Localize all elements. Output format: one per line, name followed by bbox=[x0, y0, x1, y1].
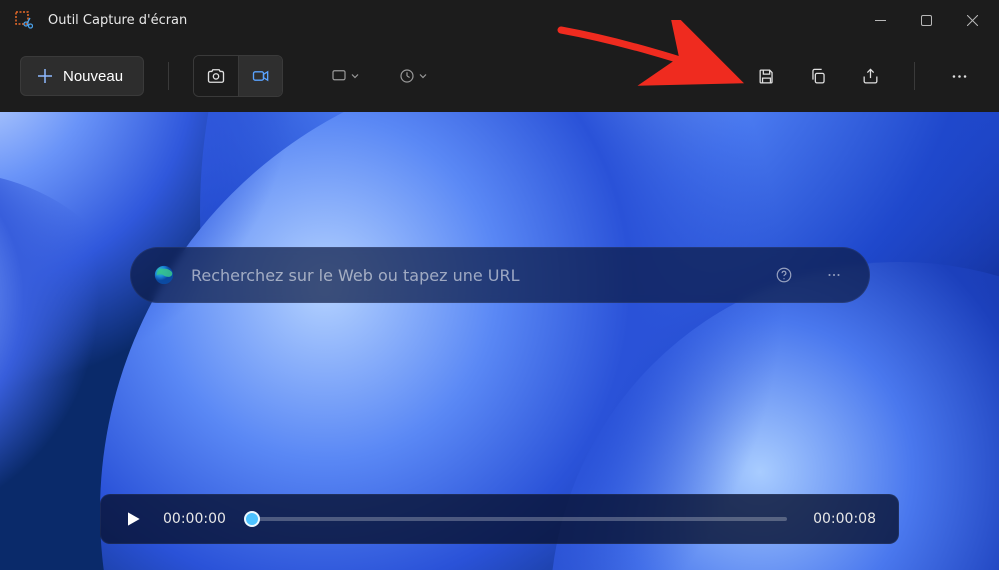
save-button[interactable] bbox=[746, 56, 786, 96]
edge-more-button bbox=[817, 258, 851, 292]
play-icon bbox=[123, 509, 143, 529]
ellipsis-icon bbox=[825, 266, 843, 284]
delay-dropdown[interactable] bbox=[385, 56, 441, 96]
capture-shape-dropdown[interactable] bbox=[317, 56, 373, 96]
capture-preview: Recherchez sur le Web ou tapez une URL 0… bbox=[0, 112, 999, 570]
share-icon bbox=[861, 67, 880, 86]
seek-thumb[interactable] bbox=[244, 511, 260, 527]
chevron-down-icon bbox=[418, 71, 428, 81]
more-icon bbox=[950, 67, 969, 86]
titlebar: Outil Capture d'écran bbox=[0, 0, 999, 40]
save-icon bbox=[757, 67, 776, 86]
maximize-button[interactable] bbox=[903, 0, 949, 40]
new-capture-button[interactable]: Nouveau bbox=[20, 56, 144, 96]
chevron-down-icon bbox=[350, 71, 360, 81]
help-circle-icon bbox=[775, 266, 793, 284]
close-icon bbox=[967, 15, 978, 26]
close-button[interactable] bbox=[949, 0, 995, 40]
capture-shape-icon bbox=[330, 67, 348, 85]
more-button[interactable] bbox=[939, 56, 979, 96]
delay-timer-icon bbox=[398, 67, 416, 85]
minimize-icon bbox=[875, 15, 886, 26]
playback-bar: 00:00:00 00:00:08 bbox=[100, 494, 899, 544]
current-time: 00:00:00 bbox=[163, 511, 226, 527]
seek-track[interactable] bbox=[252, 517, 787, 521]
edge-search-bar: Recherchez sur le Web ou tapez une URL bbox=[130, 247, 870, 303]
capture-mode-group bbox=[193, 55, 283, 97]
edge-logo-icon bbox=[153, 264, 175, 286]
play-button[interactable] bbox=[123, 509, 143, 529]
plus-icon bbox=[37, 68, 53, 84]
snipping-tool-app-icon bbox=[14, 10, 34, 30]
new-button-label: Nouveau bbox=[63, 68, 123, 85]
video-mode-button[interactable] bbox=[238, 56, 282, 96]
copy-icon bbox=[809, 67, 828, 86]
copy-button[interactable] bbox=[798, 56, 838, 96]
toolbar-divider bbox=[168, 62, 169, 90]
total-time: 00:00:08 bbox=[813, 511, 876, 527]
minimize-button[interactable] bbox=[857, 0, 903, 40]
toolbar-divider bbox=[914, 62, 915, 90]
video-camera-icon bbox=[251, 66, 271, 86]
maximize-icon bbox=[921, 15, 932, 26]
edge-help-button bbox=[767, 258, 801, 292]
edge-search-placeholder: Recherchez sur le Web ou tapez une URL bbox=[191, 266, 751, 285]
photo-mode-button[interactable] bbox=[194, 56, 238, 96]
share-button[interactable] bbox=[850, 56, 890, 96]
toolbar: Nouveau bbox=[0, 40, 999, 112]
window-title: Outil Capture d'écran bbox=[48, 13, 187, 28]
camera-icon bbox=[206, 66, 226, 86]
